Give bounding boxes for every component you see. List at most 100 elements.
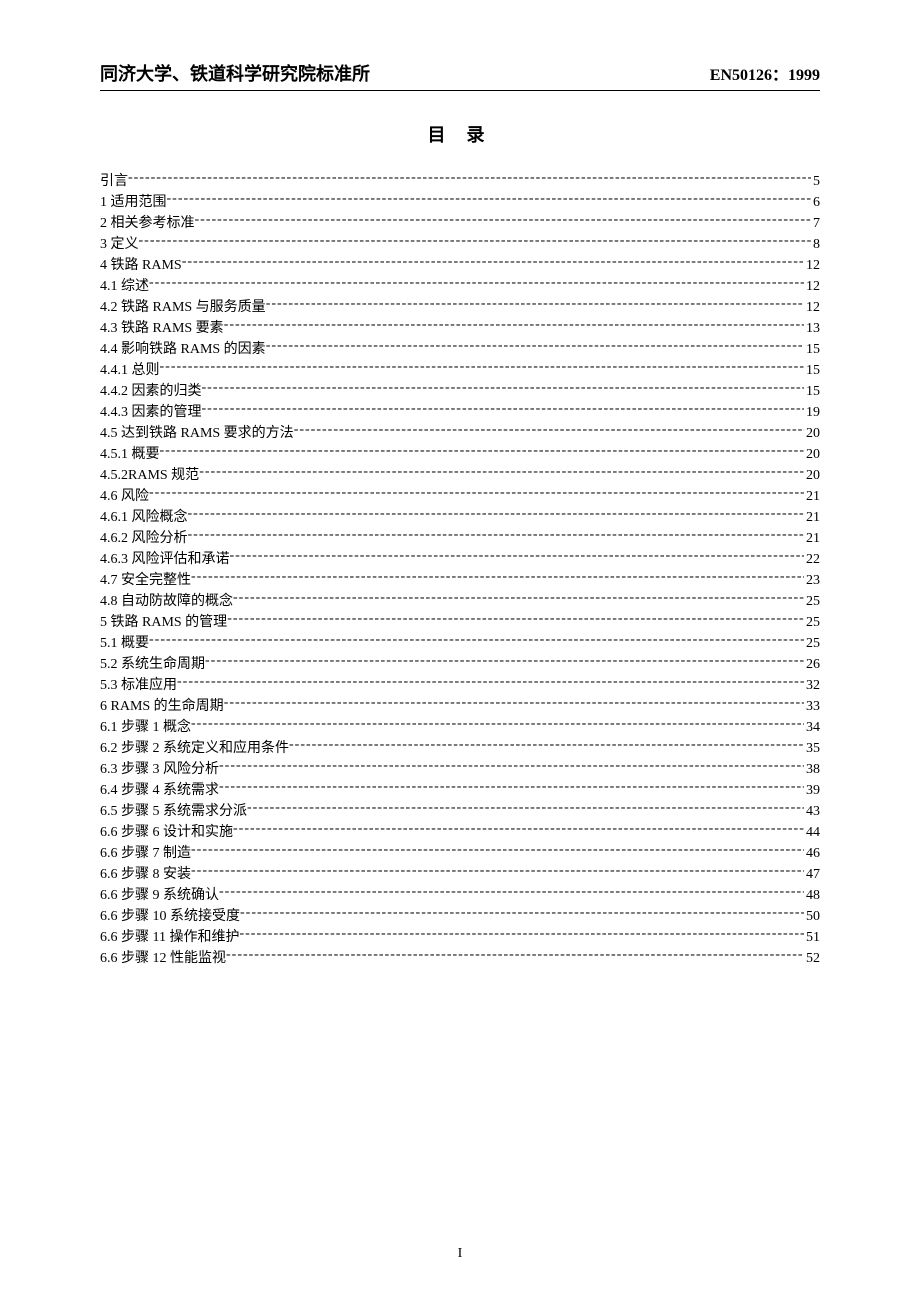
toc-entry-label: 4.5 达到铁路 RAMS 要求的方法 — [100, 427, 294, 441]
toc-leader — [240, 906, 804, 920]
toc-entry: 4.5 达到铁路 RAMS 要求的方法20 — [100, 423, 820, 441]
toc-entry-label: 4.3 铁路 RAMS 要素 — [100, 322, 224, 336]
toc-entry: 6.6 步骤 9 系统确认48 — [100, 885, 820, 903]
toc-leader — [167, 192, 812, 206]
toc-entry-page: 15 — [804, 364, 820, 378]
toc-entry: 3 定义 8 — [100, 234, 820, 252]
toc-entry-page: 35 — [804, 742, 820, 756]
toc-entry-page: 20 — [804, 469, 820, 483]
toc-entry: 5.1 概要 25 — [100, 633, 820, 651]
toc-entry: 4.7 安全完整性23 — [100, 570, 820, 588]
toc-leader — [188, 507, 805, 521]
toc-entry-label: 4.2 铁路 RAMS 与服务质量 — [100, 301, 266, 315]
toc-entry-label: 4.5.2RAMS 规范 — [100, 469, 199, 483]
toc-entry-label: 4.7 安全完整性 — [100, 574, 191, 588]
toc-entry: 4.5.1 概要20 — [100, 444, 820, 462]
toc-entry-label: 1 适用范围 — [100, 196, 167, 210]
toc-entry: 6 RAMS 的生命周期 33 — [100, 696, 820, 714]
toc-entry-page: 6 — [811, 196, 820, 210]
toc-entry-label: 4.6 风险 — [100, 490, 149, 504]
toc-entry-label: 6.6 步骤 7 制造 — [100, 847, 191, 861]
toc-entry: 4.8 自动防故障的概念 25 — [100, 591, 820, 609]
toc-entry: 4.6.1 风险概念 21 — [100, 507, 820, 525]
toc-entry: 4.5.2RAMS 规范 20 — [100, 465, 820, 483]
toc-entry-label: 6.6 步骤 6 设计和实施 — [100, 826, 233, 840]
toc-leader — [224, 318, 804, 332]
toc-entry: 6.6 步骤 10 系统接受度 50 — [100, 906, 820, 924]
toc-entry-label: 3 定义 — [100, 238, 139, 252]
toc-entry-page: 33 — [804, 700, 820, 714]
toc-entry-label: 6.6 步骤 12 性能监视 — [100, 952, 226, 966]
toc-entry-label: 6.6 步骤 10 系统接受度 — [100, 910, 240, 924]
toc-entry-label: 4.8 自动防故障的概念 — [100, 595, 233, 609]
header-right: EN50126：1999 — [710, 61, 820, 85]
toc-entry-label: 6.3 步骤 3 风险分析 — [100, 763, 219, 777]
toc-entry-page: 43 — [804, 805, 820, 819]
toc-leader — [294, 423, 804, 437]
toc-entry: 4 铁路 RAMS12 — [100, 255, 820, 273]
toc-leader — [233, 822, 804, 836]
toc-entry: 6.6 步骤 6 设计和实施 44 — [100, 822, 820, 840]
toc-entry: 1 适用范围 6 — [100, 192, 820, 210]
toc-leader — [266, 297, 804, 311]
toc-entry-page: 50 — [804, 910, 820, 924]
toc-entry-label: 引言 — [100, 175, 128, 189]
toc-entry-label: 5.2 系统生命周期 — [100, 658, 205, 672]
toc-entry-page: 25 — [804, 595, 820, 609]
toc-entry-page: 8 — [811, 238, 820, 252]
page-number: I — [0, 1246, 920, 1262]
toc-entry-page: 25 — [804, 637, 820, 651]
toc-leader — [219, 885, 804, 899]
toc-entry-page: 12 — [804, 280, 820, 294]
toc-leader — [224, 696, 804, 710]
toc-entry-page: 34 — [804, 721, 820, 735]
toc-entry-label: 6.2 步骤 2 系统定义和应用条件 — [100, 742, 289, 756]
toc-entry: 4.6.2 风险分析21 — [100, 528, 820, 546]
toc-entry: 4.4.1 总则15 — [100, 360, 820, 378]
toc-leader — [202, 381, 805, 395]
toc-entry: 5.3 标准应用32 — [100, 675, 820, 693]
toc-entry: 5.2 系统生命周期 26 — [100, 654, 820, 672]
toc-leader — [230, 549, 805, 563]
toc-entry: 4.3 铁路 RAMS 要素 13 — [100, 318, 820, 336]
toc-entry-label: 6.6 步骤 8 安装 — [100, 868, 191, 882]
toc-leader — [191, 843, 804, 857]
toc-entry: 2 相关参考标准7 — [100, 213, 820, 231]
toc-leader — [239, 927, 804, 941]
toc-entry-page: 47 — [804, 868, 820, 882]
toc-entry-label: 5.1 概要 — [100, 637, 149, 651]
toc-leader — [202, 402, 805, 416]
toc-leader — [160, 444, 805, 458]
toc-entry: 6.4 步骤 4 系统需求39 — [100, 780, 820, 798]
toc-entry-page: 19 — [804, 406, 820, 420]
toc-entry-page: 15 — [804, 385, 820, 399]
toc-leader — [182, 255, 804, 269]
toc-entry-label: 4.6.1 风险概念 — [100, 511, 188, 525]
toc-entry-page: 44 — [804, 826, 820, 840]
toc-leader — [191, 717, 804, 731]
toc-entry: 4.4.2 因素的归类15 — [100, 381, 820, 399]
toc-leader — [247, 801, 804, 815]
toc-entry: 6.5 步骤 5 系统需求分派 43 — [100, 801, 820, 819]
toc-entry-page: 13 — [804, 322, 820, 336]
toc-entry: 6.2 步骤 2 系统定义和应用条件 35 — [100, 738, 820, 756]
toc-entry-label: 4 铁路 RAMS — [100, 259, 182, 273]
toc-entry-label: 6 RAMS 的生命周期 — [100, 700, 224, 714]
toc-entry: 5 铁路 RAMS 的管理25 — [100, 612, 820, 630]
toc-entry-label: 4.4 影响铁路 RAMS 的因素 — [100, 343, 266, 357]
toc-entry-label: 4.6.3 风险评估和承诺 — [100, 553, 230, 567]
header-left: 同济大学、铁道科学研究院标准所 — [100, 60, 370, 86]
toc-entry-page: 39 — [804, 784, 820, 798]
toc-entry-page: 22 — [804, 553, 820, 567]
toc-entry: 6.1 步骤 1 概念34 — [100, 717, 820, 735]
toc-entry-page: 7 — [811, 217, 820, 231]
toc-entry: 4.1 综述 12 — [100, 276, 820, 294]
toc-leader — [191, 570, 804, 584]
toc-entry-label: 6.5 步骤 5 系统需求分派 — [100, 805, 247, 819]
toc-entry-label: 4.1 综述 — [100, 280, 149, 294]
toc-entry-page: 32 — [804, 679, 820, 693]
toc-entry-page: 21 — [804, 511, 820, 525]
toc-entry-page: 26 — [804, 658, 820, 672]
toc-entry-page: 20 — [804, 448, 820, 462]
toc-entry: 6.3 步骤 3 风险分析38 — [100, 759, 820, 777]
